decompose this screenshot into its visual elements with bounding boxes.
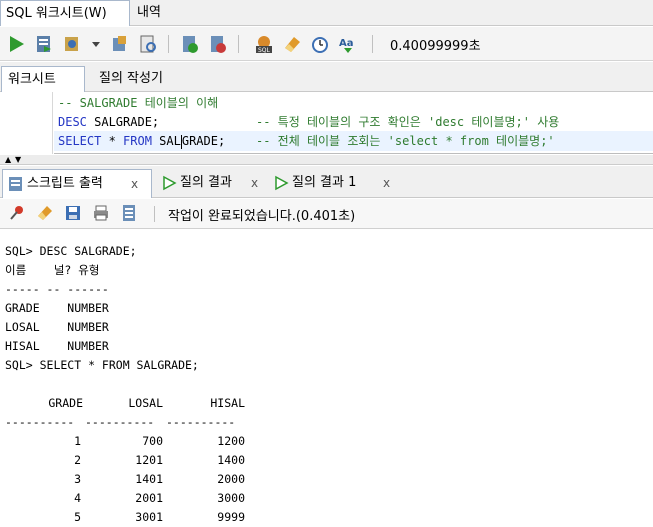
table-cell: 700 [142, 434, 163, 448]
editor-gutter [0, 92, 54, 154]
rollback-icon[interactable] [110, 34, 130, 54]
toolbar-separator [154, 206, 155, 222]
execution-time: 0.40099999초 [390, 39, 481, 54]
case-icon[interactable]: Aa [338, 34, 358, 54]
tab-history[interactable]: 내역 [132, 0, 166, 26]
column-underline: ---------- [166, 415, 236, 429]
table-cell: 2001 [135, 491, 163, 505]
close-icon[interactable]: x [383, 169, 390, 197]
table-cell: 1401 [135, 472, 163, 486]
table-cell: 2 [74, 453, 81, 467]
run-statement-icon[interactable] [6, 34, 26, 54]
output-toolbar: 작업이 완료되었습니다.(0.401초) [0, 199, 653, 229]
table-cell: 3 [74, 472, 81, 486]
output-line: ----- -- ------ [5, 282, 109, 296]
code-keyword: FROM [123, 134, 152, 148]
print-icon[interactable] [92, 204, 110, 222]
play-outline-icon [163, 175, 177, 191]
code-text: SALGRADE; [86, 115, 160, 129]
collapse-down-icon[interactable]: ▼ [15, 156, 21, 164]
top-tab-bar: SQL 워크시트(W) 내역 [0, 0, 653, 26]
toolbar-separator [168, 35, 169, 53]
table-cell: 5 [74, 510, 81, 524]
commit-icon[interactable] [62, 34, 82, 54]
document-icon[interactable] [120, 204, 138, 222]
close-icon[interactable]: x [251, 169, 258, 197]
code-comment: -- 특정 테이블의 구조 확인은 'desc 테이블명;' 사용 [256, 115, 560, 129]
pane-splitter[interactable]: ▲ ▼ [0, 155, 653, 165]
output-line: HISAL NUMBER [5, 339, 109, 353]
code-keyword: DESC [58, 115, 87, 129]
column-underline: ---------- [5, 415, 75, 429]
pin-icon[interactable] [8, 204, 26, 222]
table-cell: 1200 [217, 434, 245, 448]
code-comment: -- SALGRADE 테이블의 이해 [58, 96, 219, 110]
close-icon[interactable]: x [131, 170, 138, 198]
code-line-1: -- SALGRADE 테이블의 이해 [58, 93, 648, 113]
tab-query-result[interactable]: 질의 결과 x [156, 169, 258, 198]
worksheet-sub-tabs: 워크시트 질의 작성기 [0, 62, 653, 92]
code-line-2: DESC SALGRADE; -- 특정 테이블의 구조 확인은 'desc 테이… [58, 112, 648, 132]
eraser-icon[interactable] [36, 204, 54, 222]
table-cell: 3001 [135, 510, 163, 524]
table-cell: 1 [74, 434, 81, 448]
sql-icon[interactable]: SQL [254, 34, 274, 54]
output-line: SQL> SELECT * FROM SALGRADE; [5, 358, 199, 372]
tab-query-builder[interactable]: 질의 작성기 [93, 66, 169, 92]
output-line: 이름 널? 유형 [5, 263, 100, 277]
svg-text:SQL: SQL [258, 47, 271, 54]
explain-icon[interactable] [138, 34, 158, 54]
output-line: GRADE NUMBER [5, 301, 109, 315]
code-text: * [101, 134, 124, 148]
tab-worksheet[interactable]: 워크시트 [1, 66, 85, 92]
tab-query-result-1-label: 질의 결과 1 [292, 175, 357, 190]
eraser-icon[interactable] [282, 34, 302, 54]
table-cell: 9999 [217, 510, 245, 524]
column-header: GRADE [48, 396, 83, 410]
main-toolbar: SQL Aa 0.40099999초 [0, 27, 653, 61]
play-outline-icon [275, 175, 289, 191]
code-text: GRADE; [181, 134, 226, 148]
gutter-divider [52, 92, 53, 154]
history-icon[interactable] [310, 34, 330, 54]
tab-sql-worksheet[interactable]: SQL 워크시트(W) [0, 0, 130, 26]
tab-query-result-label: 질의 결과 [180, 175, 232, 190]
column-header: LOSAL [128, 396, 163, 410]
code-line-3: SELECT * FROM SALGRADE; -- 전체 테이블 조회는 'se… [54, 131, 653, 151]
code-text: SAL [151, 134, 181, 148]
tab-script-output-label: 스크립트 출력 [27, 176, 103, 191]
script-output-icon [9, 177, 22, 191]
table-cell: 2000 [217, 472, 245, 486]
table-cell: 1400 [217, 453, 245, 467]
table-cell: 4 [74, 491, 81, 505]
table-cell: 1201 [135, 453, 163, 467]
output-line: SQL> DESC SALGRADE; [5, 244, 137, 258]
toolbar-separator [372, 35, 373, 53]
table-cell: 3000 [217, 491, 245, 505]
tab-query-result-1[interactable]: 질의 결과 1 x [268, 169, 390, 198]
toolbar-separator [238, 35, 239, 53]
sql-tuning-icon[interactable] [208, 34, 228, 54]
output-line: LOSAL NUMBER [5, 320, 109, 334]
column-header: HISAL [210, 396, 245, 410]
run-script-icon[interactable] [34, 34, 54, 54]
tab-script-output[interactable]: 스크립트 출력 x [2, 169, 152, 198]
script-output-pane[interactable]: SQL> DESC SALGRADE; 이름 널? 유형 ----- -- --… [0, 230, 653, 527]
svg-text:Aa: Aa [339, 38, 354, 49]
output-tab-bar: 스크립트 출력 x 질의 결과 x 질의 결과 1 x [0, 166, 653, 198]
dropdown-icon[interactable] [90, 34, 102, 54]
autotrace-icon[interactable] [180, 34, 200, 54]
collapse-up-icon[interactable]: ▲ [5, 156, 11, 164]
code-keyword: SELECT [58, 134, 102, 148]
status-message: 작업이 완료되었습니다.(0.401초) [168, 209, 356, 224]
sql-editor[interactable]: -- SALGRADE 테이블의 이해 DESC SALGRADE; -- 특정 … [0, 92, 653, 154]
code-comment: -- 전체 테이블 조회는 'select * from 테이블명;' [256, 134, 555, 148]
column-underline: ---------- [85, 415, 155, 429]
save-icon[interactable] [64, 204, 82, 222]
